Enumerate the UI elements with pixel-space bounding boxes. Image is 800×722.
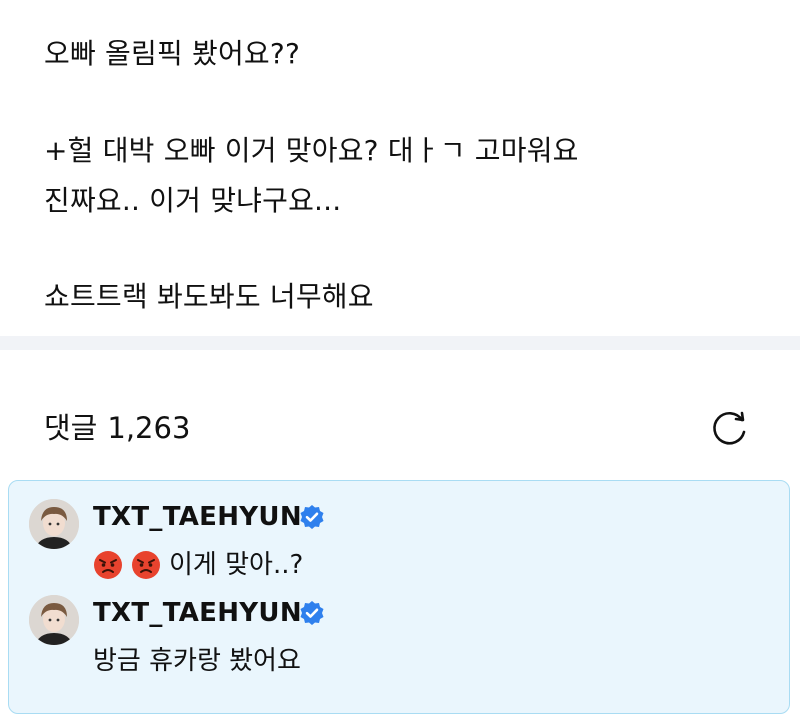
post-body: 오빠 올림픽 봤어요?? +헐 대박 오빠 이거 맞아요? 대ㅏㄱ 고마워요 진… (0, 0, 800, 336)
comments-label: 댓글 (44, 411, 98, 445)
verified-badge-icon (300, 505, 324, 529)
comments-header: 댓글 1,263 (0, 350, 800, 480)
avatar-image (29, 499, 79, 549)
post-line: 쇼트트랙 봐도봐도 너무해요 (44, 280, 374, 313)
avatar[interactable] (29, 595, 79, 645)
comment-text: 이게 맞아..? (93, 549, 303, 581)
comments-count: 1,263 (107, 411, 191, 445)
verified-badge-icon (300, 601, 324, 625)
comment-text-body: 방금 휴카랑 봤어요 (93, 646, 301, 676)
avatar-image (29, 595, 79, 645)
avatar[interactable] (29, 499, 79, 549)
artist-comments-box: TXT_TAEHYUN 이게 맞아..? TXT_TAEHYUN 방금 휴카랑 … (8, 480, 790, 714)
section-divider (0, 336, 800, 350)
comments-title: 댓글 1,263 (44, 410, 190, 446)
post-line: 진짜요.. 이거 맞냐구요... (44, 184, 342, 217)
post-line: +헐 대박 오빠 이거 맞아요? 대ㅏㄱ 고마워요 (44, 134, 579, 167)
refresh-icon (713, 411, 746, 445)
post-line: 오빠 올림픽 봤어요?? (44, 37, 301, 70)
comment-author[interactable]: TXT_TAEHYUN (93, 501, 302, 533)
comment-text: 방금 휴카랑 봤어요 (93, 645, 301, 677)
angry-face-icon (94, 551, 122, 579)
comment-text-body: 이게 맞아..? (169, 550, 304, 580)
refresh-button[interactable] (708, 407, 752, 451)
comment-author[interactable]: TXT_TAEHYUN (93, 597, 302, 629)
angry-face-icon (132, 551, 160, 579)
